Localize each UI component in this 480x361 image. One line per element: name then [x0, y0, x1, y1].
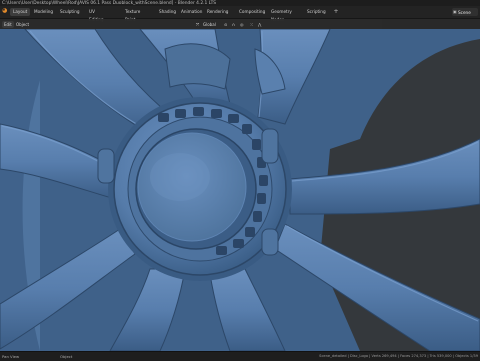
- magnet-icon[interactable]: ∩: [232, 21, 235, 28]
- scene-icon: ▣: [453, 9, 457, 14]
- orientation-selector[interactable]: Global: [203, 21, 216, 28]
- object-menu[interactable]: Object: [14, 21, 31, 28]
- tab-texture-paint[interactable]: Texture Paint: [122, 8, 143, 22]
- tab-geometry-nodes[interactable]: Geometry Nodes: [268, 8, 295, 22]
- snap-options-icon[interactable]: ⋀: [258, 21, 261, 28]
- mode-selector[interactable]: Edit: [2, 20, 14, 28]
- tab-uv-editing[interactable]: UV Editing: [86, 8, 107, 22]
- tab-compositing[interactable]: Compositing: [236, 8, 268, 16]
- proportional-icon[interactable]: ◎: [240, 21, 244, 28]
- tab-rendering[interactable]: Rendering: [204, 8, 231, 16]
- status-left: Pan View: [2, 354, 20, 359]
- tab-sculpting[interactable]: Sculpting: [57, 8, 83, 16]
- scene-label: Scene: [458, 9, 471, 15]
- status-right: Scene_detailed | Disc_Logo | Verts 269,4…: [319, 354, 478, 358]
- tab-animation[interactable]: Animation: [178, 8, 205, 16]
- tab-shading[interactable]: Shading: [156, 8, 179, 16]
- wheel-render: [0, 29, 480, 351]
- tab-layout[interactable]: Layout: [10, 8, 31, 16]
- 3d-viewport[interactable]: [0, 29, 480, 351]
- add-workspace-icon[interactable]: +: [332, 8, 340, 16]
- tab-modeling[interactable]: Modeling: [31, 8, 56, 16]
- tab-scripting[interactable]: Scripting: [304, 8, 329, 16]
- status-middle: Object: [60, 354, 73, 359]
- scene-selector[interactable]: ▣ Scene: [452, 8, 478, 16]
- pivot-icon[interactable]: ⊙: [224, 21, 227, 28]
- blender-logo-icon[interactable]: ◕: [2, 8, 8, 14]
- snap-target-icon[interactable]: ⁙: [250, 21, 253, 28]
- top-bar: ◕ Layout Modeling Sculpting UV Editing T…: [0, 6, 480, 22]
- window-title: C:\Users\User\Desktop\Wheel\Rod\JAVIS 06…: [2, 0, 217, 6]
- viewport-header: Edit Object ⤧ Global ⊙ ∩ ◎ ⁙ ⋀: [0, 19, 480, 29]
- orientation-icon[interactable]: ⤧: [196, 21, 199, 28]
